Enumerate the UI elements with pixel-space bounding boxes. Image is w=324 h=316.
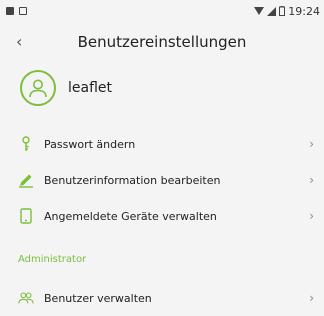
admin-list: Benutzer verwalten › bbox=[0, 280, 324, 316]
menu-item-manage-users[interactable]: Benutzer verwalten › bbox=[0, 280, 324, 316]
username: leaflet bbox=[68, 80, 113, 96]
menu-item-edit-user-info[interactable]: Benutzerinformation bearbeiten › bbox=[0, 162, 324, 198]
status-bar: 19:24 bbox=[0, 0, 324, 22]
phone-icon bbox=[18, 208, 34, 224]
section-header-administrator: Administrator bbox=[18, 254, 87, 265]
status-indicators: 19:24 bbox=[254, 5, 320, 18]
battery-icon bbox=[279, 6, 286, 16]
notification-icon bbox=[19, 7, 27, 15]
pencil-icon bbox=[18, 172, 34, 188]
menu-item-manage-devices[interactable]: Angemeldete Geräte verwalten › bbox=[0, 198, 324, 234]
chevron-right-icon: › bbox=[309, 137, 314, 151]
menu-item-label: Benutzerinformation bearbeiten bbox=[44, 173, 221, 187]
menu-item-label: Angemeldete Geräte verwalten bbox=[44, 209, 217, 223]
page-title: Benutzereinstellungen bbox=[77, 33, 247, 51]
menu-item-label: Passwort ändern bbox=[44, 137, 136, 151]
clock: 19:24 bbox=[288, 4, 320, 18]
settings-list: Passwort ändern › Benutzerinformation be… bbox=[0, 126, 324, 234]
menu-item-label: Benutzer verwalten bbox=[44, 291, 152, 305]
user-profile: leaflet bbox=[20, 68, 112, 108]
chevron-right-icon: › bbox=[309, 291, 314, 305]
status-notifications bbox=[6, 7, 27, 15]
user-silhouette-icon bbox=[29, 79, 47, 98]
app-header: ‹ Benutzereinstellungen bbox=[0, 30, 324, 56]
chevron-right-icon: › bbox=[309, 209, 314, 223]
key-icon bbox=[18, 136, 34, 152]
users-icon bbox=[18, 290, 34, 306]
chevron-right-icon: › bbox=[309, 173, 314, 187]
avatar-icon bbox=[20, 70, 56, 106]
menu-item-change-password[interactable]: Passwort ändern › bbox=[0, 126, 324, 162]
signal-icon bbox=[267, 6, 277, 16]
notification-icon bbox=[6, 7, 14, 15]
wifi-icon bbox=[254, 6, 265, 15]
